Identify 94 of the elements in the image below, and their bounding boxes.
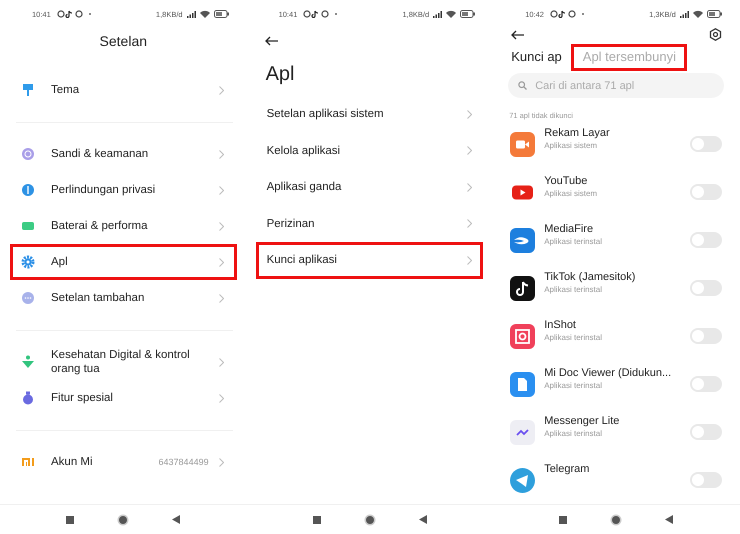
item-label: Akun Mi [51, 455, 94, 469]
app-name: Mi Doc Viewer (Didukun... [544, 367, 672, 379]
record-app-icon [510, 132, 536, 156]
item-label: Fitur spesial [51, 391, 114, 405]
home-icon[interactable] [117, 514, 130, 526]
item-label: Kunci aplikasi [266, 254, 338, 266]
menu-item[interactable]: Kelola aplikasi [256, 132, 484, 169]
wifi-icon [200, 10, 210, 18]
settings-icon[interactable] [708, 28, 722, 41]
chevron-icon [218, 258, 224, 266]
screen-title: Setelan [98, 32, 148, 51]
app-source: Aplikasi terinstal [544, 237, 603, 246]
app-source: Aplikasi sistem [544, 189, 598, 198]
recent-apps-icon[interactable] [559, 516, 568, 524]
flask-icon [21, 391, 35, 405]
app-name: YouTube [544, 175, 588, 187]
wifi-icon [446, 10, 456, 18]
frame-app-icon [510, 324, 536, 348]
app-name: InShot [544, 319, 577, 331]
note-app-icon [510, 276, 536, 300]
menu-item[interactable]: Kunci aplikasi [256, 242, 484, 278]
signal-icon [186, 10, 196, 18]
chevron-icon [218, 86, 224, 94]
recent-apps-icon[interactable] [66, 516, 74, 524]
chevron-icon [467, 146, 472, 156]
menu-item[interactable]: Setelan aplikasi sistem [256, 96, 484, 132]
chevron-icon [218, 222, 224, 230]
battery-icon [21, 219, 35, 233]
settings-item[interactable]: Akun Mi 6437844499 [10, 444, 237, 480]
signal-icon [433, 10, 442, 18]
tab[interactable]: Kunci ap [508, 44, 573, 71]
recent-apps-icon[interactable] [312, 516, 321, 524]
item-label: Perizinan [266, 218, 316, 230]
doc-app-icon [510, 372, 536, 396]
search-icon [518, 81, 528, 90]
plane-app-icon [510, 468, 536, 492]
item-label: Setelan aplikasi sistem [266, 108, 385, 120]
app-source: Aplikasi sistem [544, 141, 598, 150]
back-icon[interactable] [665, 515, 674, 524]
back-icon[interactable] [172, 515, 180, 524]
battery-icon [214, 10, 229, 18]
app-name: Messenger Lite [544, 415, 620, 427]
settings-item[interactable]: Sandi & keamanan [10, 136, 237, 172]
settings-item[interactable]: Perlindungan privasi [10, 172, 237, 208]
item-label: Sandi & keamanan [51, 147, 150, 161]
settings-item[interactable]: Kesehatan Digital & kontrol orang tua [10, 344, 237, 380]
item-label: Apl [51, 255, 69, 269]
app-name: Rekam Layar [544, 127, 611, 139]
settings-item[interactable]: Tema [10, 72, 237, 108]
back-arrow-icon[interactable] [511, 30, 526, 40]
menu-item[interactable]: Perizinan [256, 206, 484, 242]
chevron-icon [218, 186, 224, 194]
app-source: Aplikasi terinstal [544, 381, 603, 390]
app-name: TikTok (Jamesitok) [544, 271, 636, 283]
app-source: Aplikasi terinstal [544, 333, 603, 342]
chevron-icon [218, 458, 224, 466]
item-label: Kesehatan Digital & kontrol orang tua [51, 348, 191, 376]
gear-icon [21, 255, 35, 269]
app-source: Aplikasi terinstal [544, 429, 603, 438]
signal-icon [680, 10, 689, 18]
battery-icon [706, 10, 722, 18]
brush-icon [21, 83, 35, 97]
settings-item[interactable]: Baterai & performa [10, 208, 237, 244]
app-name: MediaFire [544, 223, 594, 235]
settings-item[interactable]: Setelan tambahan [10, 280, 237, 316]
wifi-icon [692, 10, 703, 18]
search-field[interactable]: Cari di antara 71 apl [508, 73, 724, 98]
chevron-icon [467, 219, 472, 228]
chevron-icon [218, 358, 224, 366]
chevron-icon [218, 294, 224, 302]
chevron-icon [467, 182, 472, 192]
item-label: Perlindungan privasi [51, 183, 156, 197]
item-label: Kelola aplikasi [266, 144, 342, 157]
chevron-icon [467, 110, 472, 119]
chevron-icon [218, 150, 224, 158]
account-number: 6437844499 [158, 457, 209, 467]
item-label: Setelan tambahan [51, 291, 146, 305]
settings-item[interactable]: Apl [10, 244, 237, 280]
app-name: Telegram [544, 463, 590, 475]
app-source: Aplikasi terinstal [544, 285, 603, 294]
item-label: Tema [51, 83, 80, 97]
chevron-icon [218, 394, 224, 402]
battery-icon [460, 10, 476, 18]
menu-item[interactable]: Aplikasi ganda [256, 169, 484, 206]
item-label: Aplikasi ganda [266, 181, 342, 194]
settings-item[interactable]: Fitur spesial [10, 380, 237, 416]
home-icon[interactable] [610, 514, 622, 526]
home-icon[interactable] [364, 514, 376, 526]
dots-icon [21, 291, 35, 305]
chevron-icon [467, 256, 472, 265]
screen-title: Apl [264, 62, 296, 87]
item-label: Baterai & performa [51, 219, 149, 233]
back-arrow-icon[interactable] [264, 36, 279, 46]
back-icon[interactable] [418, 515, 427, 524]
